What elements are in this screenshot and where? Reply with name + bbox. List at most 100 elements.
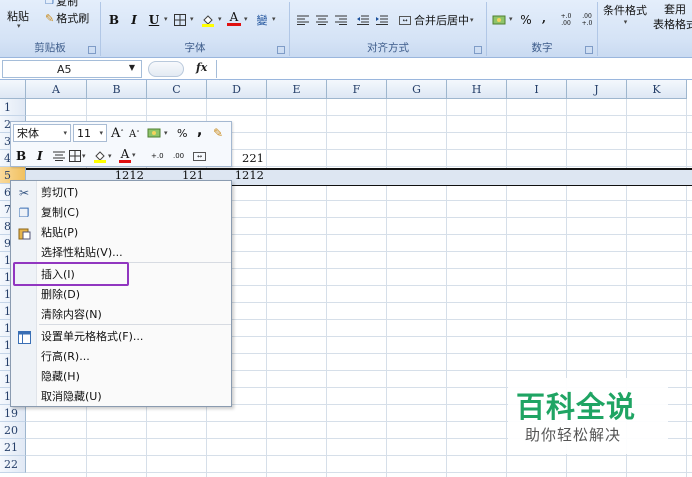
conditional-format-button[interactable]: 条件格式 ▾ xyxy=(600,2,650,34)
context-menu-item-5[interactable]: 删除(D) xyxy=(11,285,231,305)
percent-button[interactable]: % xyxy=(517,11,535,29)
accounting-format-icon[interactable]: ▾ xyxy=(147,124,168,142)
number-group: ▾ % , +.0 .00 .00 +.0 数字 xyxy=(487,0,597,57)
column-header-k[interactable]: K xyxy=(627,80,687,99)
border-icon[interactable]: ▾ xyxy=(69,147,86,165)
underline-dropdown-icon[interactable]: ▾ xyxy=(164,15,168,23)
phonetic-icon: 變 xyxy=(256,14,268,27)
fill-dropdown-icon[interactable]: ▾ xyxy=(218,15,222,23)
mini-comma-button[interactable]: , xyxy=(197,122,202,140)
mini-font-size-box[interactable]: 11 ▾ xyxy=(73,124,107,142)
context-menu-item-9[interactable]: 隐藏(H) xyxy=(11,367,231,387)
align-left-icon[interactable] xyxy=(294,11,312,29)
alignment-dialog-launcher[interactable] xyxy=(474,46,482,54)
column-header-i[interactable]: I xyxy=(507,80,567,99)
column-header-j[interactable]: J xyxy=(567,80,627,99)
table-format-button[interactable]: 套用 表格格式 xyxy=(650,2,692,34)
accounting-dropdown-icon[interactable]: ▾ xyxy=(509,15,513,23)
column-header-e[interactable]: E xyxy=(267,80,327,99)
context-menu-item-3[interactable]: 选择性粘贴(V)... xyxy=(11,243,231,263)
scissors-icon: ✂ xyxy=(18,186,30,200)
phonetic-dropdown-icon[interactable]: ▾ xyxy=(272,15,276,23)
decrease-decimal-button[interactable]: .00 +.0 xyxy=(577,11,597,29)
chevron-down-icon[interactable]: ▼ xyxy=(129,63,135,72)
mini-percent-button[interactable]: % xyxy=(177,124,187,142)
decrease-indent-icon[interactable] xyxy=(354,11,372,29)
shrink-font-button[interactable]: A ˅ xyxy=(129,125,140,143)
align-center-icon[interactable] xyxy=(313,11,331,29)
mini-font-name-box[interactable]: 宋体 ▾ xyxy=(13,124,71,142)
clipboard-dialog-launcher[interactable] xyxy=(88,46,96,54)
column-header-f[interactable]: F xyxy=(327,80,387,99)
font-group: B I U ▾ ▾ ▾ A ▾ 變 ▾ 字体 xyxy=(101,0,289,57)
font-color-icon[interactable]: A xyxy=(225,9,243,27)
accounting-format-icon[interactable] xyxy=(490,11,508,29)
context-menu-item-label: 复制(C) xyxy=(41,206,80,219)
format-painter-icon[interactable]: ✎ xyxy=(213,124,223,142)
comma-button[interactable]: , xyxy=(535,9,553,27)
row-header-22[interactable]: 22 xyxy=(0,456,26,473)
center-align-icon[interactable] xyxy=(53,147,65,165)
row-header-21[interactable]: 21 xyxy=(0,439,26,456)
italic-button[interactable]: I xyxy=(125,11,143,29)
format-painter-button[interactable]: ✎ 格式刷 xyxy=(42,8,92,28)
column-header-a[interactable]: A xyxy=(26,80,87,99)
context-menu-item-label: 隐藏(H) xyxy=(41,370,80,383)
paste-button[interactable]: 粘贴 ▾ xyxy=(4,6,32,30)
name-box[interactable]: A5 ▼ xyxy=(2,60,142,78)
format-cells-icon xyxy=(17,330,31,344)
grow-font-button[interactable]: A ˄ xyxy=(111,124,124,142)
fill-color-icon[interactable] xyxy=(199,11,217,29)
chevron-down-icon: ▾ xyxy=(99,129,103,137)
fill-color-icon[interactable]: ▾ xyxy=(93,147,112,165)
font-color-icon[interactable]: A ▾ xyxy=(119,146,136,164)
increase-decimal-button[interactable]: +.0 .00 xyxy=(555,11,577,29)
context-menu-item-10[interactable]: 取消隐藏(U) xyxy=(11,387,231,407)
context-menu-item-7[interactable]: 设置单元格格式(F)... xyxy=(11,327,231,347)
insert-function-icon[interactable]: fx xyxy=(196,61,207,74)
mini-decrease-decimal-button[interactable]: .00 xyxy=(173,147,184,165)
merge-center-button[interactable]: ↔ 合并后居中 ▾ xyxy=(396,10,477,30)
increase-indent-icon[interactable] xyxy=(373,11,391,29)
select-all-corner[interactable] xyxy=(0,80,26,99)
row-header-20[interactable]: 20 xyxy=(0,422,26,439)
column-header-h[interactable]: H xyxy=(447,80,507,99)
column-header-c[interactable]: C xyxy=(147,80,207,99)
row-header-1[interactable]: 1 xyxy=(0,99,26,116)
row-header-19[interactable]: 19 xyxy=(0,405,26,422)
context-menu-item-8[interactable]: 行高(R)... xyxy=(11,347,231,367)
font-color-letter: A xyxy=(229,9,239,24)
mini-font-color-letter: A xyxy=(120,146,130,161)
context-menu-item-0[interactable]: ✂ 剪切(T) xyxy=(11,183,231,203)
column-gridline xyxy=(686,99,687,477)
column-header-b[interactable]: B xyxy=(87,80,147,99)
border-dropdown-icon[interactable]: ▾ xyxy=(190,15,194,23)
alignment-group-label: 对齐方式 xyxy=(367,42,409,54)
context-menu: ✂ 剪切(T) ❐ 复制(C) 粘贴(P) 选择性粘贴(V)... 插入(I) 删除(D) 清除… xyxy=(10,180,232,407)
column-header-d[interactable]: D xyxy=(207,80,267,99)
align-right-icon[interactable] xyxy=(332,11,350,29)
context-menu-item-2[interactable]: 粘贴(P) xyxy=(11,223,231,243)
font-color-dropdown-icon[interactable]: ▾ xyxy=(244,15,248,23)
phonetic-button[interactable]: 變 xyxy=(253,11,271,29)
context-menu-item-6[interactable]: 清除内容(N) xyxy=(11,305,231,325)
context-menu-item-label: 行高(R)... xyxy=(41,350,90,363)
chevron-down-icon: ▾ xyxy=(17,22,21,30)
bold-button[interactable]: B xyxy=(105,11,123,29)
column-header-g[interactable]: G xyxy=(387,80,447,99)
formula-bar-handle[interactable] xyxy=(148,61,184,77)
context-menu-item-1[interactable]: ❐ 复制(C) xyxy=(11,203,231,223)
mini-bold-button[interactable]: B xyxy=(16,147,26,165)
format-painter-label: 格式刷 xyxy=(56,12,90,25)
mini-italic-button[interactable]: I xyxy=(37,147,43,165)
copy-icon: ❐ xyxy=(45,0,54,7)
mini-toolbar: 宋体 ▾ 11 ▾ A ˄ A ˅ ▾ % , ✎ B I ▾ ▾ A ▾ +.0 … xyxy=(10,121,232,167)
underline-button[interactable]: U xyxy=(145,11,163,29)
merge-cells-icon[interactable]: ↔ xyxy=(193,147,206,165)
mini-increase-decimal-button[interactable]: +.0 xyxy=(151,147,164,165)
number-dialog-launcher[interactable] xyxy=(585,46,593,54)
font-dialog-launcher[interactable] xyxy=(277,46,285,54)
number-group-label: 数字 xyxy=(531,42,553,54)
formula-input[interactable] xyxy=(216,60,690,78)
border-icon[interactable] xyxy=(171,11,189,29)
